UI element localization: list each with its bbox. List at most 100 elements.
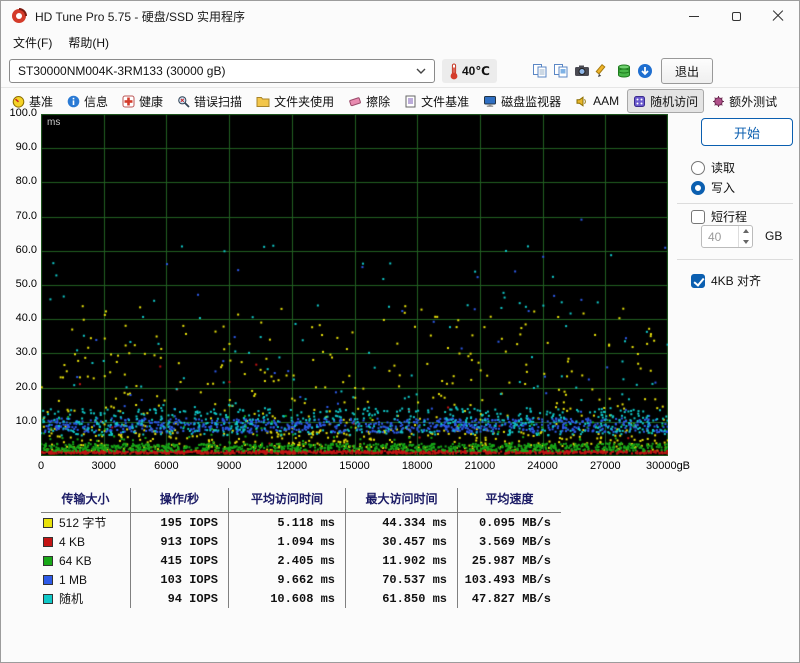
tab-label: 额外测试 [729,94,778,109]
spinner-down-button[interactable] [739,237,752,248]
tab-disk-monitor[interactable]: 磁盘监视器 [477,89,567,113]
window-title: HD Tune Pro 5.75 - 硬盘/SSD 实用程序 [35,9,246,24]
temperature-value: 40℃ [462,64,490,78]
iops-value: 103 IOPS [131,570,229,589]
chevron-down-icon [416,68,426,74]
spinner-up-button[interactable] [739,226,752,237]
y-tick-label: 90.0 [15,141,37,154]
error-scan-icon [177,95,190,108]
capacity-spinner[interactable]: 40 [701,225,753,248]
drive-selector[interactable]: ST30000NM004K-3RM133 (30000 gB) [9,59,435,83]
disk-stack-button[interactable] [613,60,634,82]
x-tick-label: 18000 [401,460,433,472]
minimize-button[interactable] [673,1,715,31]
x-tick-label: 3000 [91,460,116,472]
maximize-button[interactable] [715,1,757,31]
disk-monitor-icon [483,95,497,108]
copy-text-button[interactable] [529,60,550,82]
write-radio[interactable]: 写入 [691,179,735,196]
folder-icon [256,95,270,108]
series-color-swatch [43,517,53,528]
column-header: 最大访问时间 [346,488,458,513]
capacity-unit-label: GB [765,229,783,243]
y-tick-label: 20.0 [15,380,37,393]
align-4kb-label: 4KB 对齐 [711,274,762,288]
spinner-arrows[interactable] [738,226,752,247]
results-table: 传输大小 操作/秒 平均访问时间 最大访问时间 平均速度 512 字节 195 … [41,488,561,608]
checkbox-checked-icon [691,273,705,288]
tab-extra-tests[interactable]: 额外测试 [706,89,783,113]
menu-file[interactable]: 文件(F) [5,31,60,53]
close-button[interactable] [757,1,799,31]
y-tick-label: 50.0 [15,278,37,290]
read-radio[interactable]: 读取 [691,159,735,176]
row-label: 64 KB [59,553,92,568]
y-tick-label: 70.0 [15,209,37,222]
tab-info[interactable]: 信息 [61,89,114,113]
file-benchmark-icon [404,95,417,108]
tab-erase[interactable]: 擦除 [342,89,396,113]
y-tick-label: 80.0 [15,175,37,188]
x-tick-label: 15000 [339,460,370,472]
x-tick-label: 9000 [216,460,242,472]
radio-unchecked-icon [691,160,705,175]
start-button[interactable]: 开始 [701,118,793,146]
extra-tests-icon [712,95,725,108]
benchmark-icon [12,95,25,108]
tab-folder-usage[interactable]: 文件夹使用 [250,89,340,113]
avg-speed-value: 47.827 MB/s [471,591,551,606]
short-stroke-checkbox[interactable]: 短行程 [691,208,747,225]
x-tick-label: 6000 [154,460,179,472]
temperature-indicator: 40℃ [442,59,497,83]
align-4kb-checkbox[interactable]: 4KB 对齐 [691,272,761,289]
x-tick-label: 27000 [590,460,621,472]
y-axis-unit-label: ms [47,117,61,128]
tab-file-benchmark[interactable]: 文件基准 [398,89,475,113]
column-header: 平均速度 [458,488,561,513]
row-label: 随机 [59,592,84,606]
screenshot-button[interactable] [571,60,592,82]
avg-access-value: 2.405 ms [229,551,346,570]
avg-speed-value: 103.493 MB/s [464,572,551,587]
capacity-value: 40 [708,229,722,244]
tab-label: 错误扫描 [194,94,243,109]
avg-speed-value: 0.095 MB/s [478,515,551,530]
read-radio-label: 读取 [711,161,736,175]
start-button-label: 开始 [733,125,760,141]
tab-health[interactable]: 健康 [116,89,169,113]
copy-image-button[interactable] [550,60,571,82]
y-tick-label: 40.0 [15,312,37,325]
series-color-swatch [43,555,53,566]
y-tick-label: 30.0 [15,346,37,359]
health-icon [122,95,135,108]
close-icon [772,10,784,22]
x-tick-label: 21000 [464,460,496,472]
toolbar-icon-buttons [529,60,655,82]
checkbox-unchecked-icon [691,209,705,224]
tab-label: 擦除 [366,94,391,109]
menu-help[interactable]: 帮助(H) [60,31,117,53]
tab-label: 文件基准 [421,94,470,109]
tab-label: 文件夹使用 [274,94,335,109]
tab-error-scan[interactable]: 错误扫描 [171,89,248,113]
tab-aam[interactable]: AAM [569,89,625,113]
column-header: 平均访问时间 [229,488,346,513]
avg-speed-value: 25.987 MB/s [471,553,551,568]
x-tick-label: 0 [37,460,45,472]
x-tick-label: 30000gB [645,460,691,472]
tab-label: 磁盘监视器 [501,94,562,109]
series-color-swatch [43,574,53,585]
panel-divider [677,203,793,204]
pencil-button[interactable] [592,60,613,82]
table-row: 随机 94 IOPS 10.608 ms 61.850 ms 47.827 MB… [41,589,561,608]
tab-random-access[interactable]: 随机访问 [627,89,705,113]
spinner-down-icon [742,239,749,244]
exit-button-label: 退出 [674,64,699,79]
random-access-icon [633,95,646,108]
y-tick-label: 60.0 [15,243,37,256]
download-button[interactable] [634,60,655,82]
thermometer-icon [449,63,459,80]
series-color-swatch [43,593,53,604]
column-header: 操作/秒 [131,488,229,513]
exit-button[interactable]: 退出 [661,58,713,84]
